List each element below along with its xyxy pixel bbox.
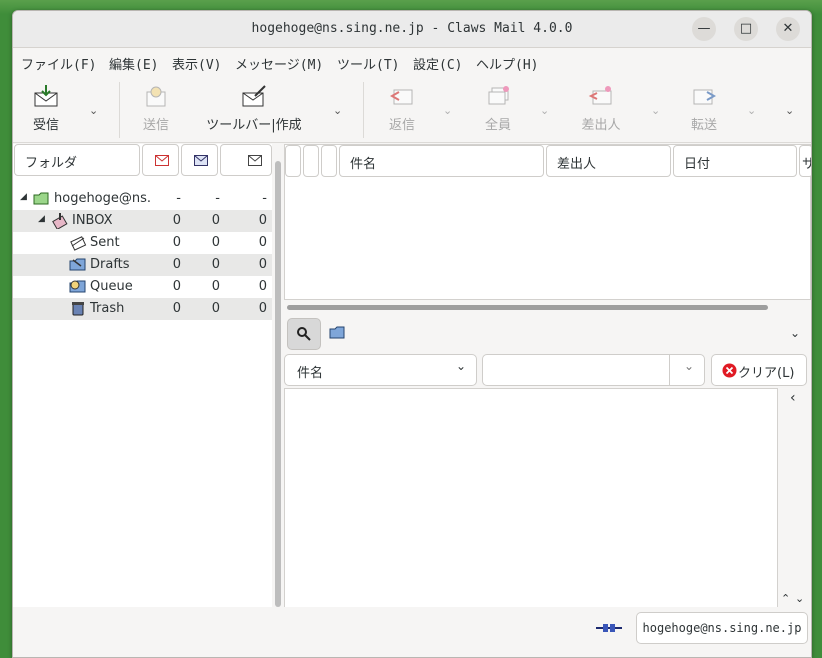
folder-column-header[interactable]: フォルダ <box>14 144 140 176</box>
search-icon <box>297 327 311 341</box>
collapse-chevron-left-icon[interactable]: ‹ <box>790 390 796 406</box>
expand-arrow-icon[interactable]: ◢ <box>38 214 45 224</box>
folder-pane: フォルダ ◢ hogehoge@ns. - - - ◢ INBOX 0 0 0 <box>13 144 272 607</box>
reply-all-icon <box>488 86 509 105</box>
message-view[interactable] <box>284 388 778 608</box>
folder-row-sent[interactable]: Sent 0 0 0 <box>13 232 272 254</box>
compose-dropdown-chevron-icon[interactable]: ⌄ <box>333 104 342 117</box>
folder-row-account[interactable]: ◢ hogehoge@ns. - - - <box>13 188 272 210</box>
reply-button[interactable]: 返信 <box>387 84 417 133</box>
scroll-down-icon[interactable]: ⌄ <box>795 592 804 605</box>
receive-dropdown-chevron-icon[interactable]: ⌄ <box>89 104 98 117</box>
send-queue-icon <box>146 86 166 107</box>
send-button[interactable]: 送信 <box>141 84 171 133</box>
scroll-up-icon[interactable]: ⌃ <box>781 592 790 605</box>
account-icon <box>33 192 49 205</box>
from-column-header[interactable]: 差出人 <box>546 145 671 177</box>
clear-button[interactable]: クリア(L) <box>711 354 807 386</box>
mark-column-header[interactable] <box>285 145 301 177</box>
quick-search-bar: ⌄ <box>284 316 811 354</box>
main-window: hogehoge@ns.sing.ne.jp - Claws Mail 4.0.… <box>12 10 812 658</box>
forward-dropdown-chevron-icon[interactable]: ⌄ <box>747 104 756 117</box>
menu-help[interactable]: ヘルプ(H) <box>476 54 538 73</box>
receive-button[interactable]: 受信 <box>27 84 65 133</box>
unread-column-header[interactable] <box>303 145 319 177</box>
minimize-button[interactable]: — <box>692 17 716 41</box>
chevron-down-icon: ⌄ <box>455 359 466 373</box>
reply-all-dropdown-chevron-icon[interactable]: ⌄ <box>540 104 549 117</box>
clear-icon <box>722 363 737 378</box>
menu-message[interactable]: メッセージ(M) <box>235 54 323 73</box>
reply-icon <box>389 89 413 105</box>
attach-column-header[interactable] <box>321 145 337 177</box>
compose-button[interactable]: ツールバー|作成 <box>203 84 305 133</box>
folder-row-queue[interactable]: Queue 0 0 0 <box>13 276 272 298</box>
reply-sender-button[interactable]: 差出人 <box>581 84 621 133</box>
search-toggle-button[interactable] <box>287 318 321 350</box>
folder-pane-scrollbar[interactable] <box>275 161 281 607</box>
message-list: 件名 差出人 日付 サ <box>284 144 811 300</box>
combo-divider <box>669 355 670 385</box>
drafts-icon <box>69 258 86 271</box>
status-bar: hogehoge@ns.sing.ne.jp <box>13 607 811 657</box>
subject-column-header[interactable]: 件名 <box>339 145 544 177</box>
folder-row-inbox[interactable]: ◢ INBOX 0 0 0 <box>13 210 272 232</box>
forward-icon <box>693 89 717 105</box>
search-query-input[interactable]: ⌄ <box>482 354 705 386</box>
toolbar-separator <box>363 82 364 138</box>
receive-mail-icon <box>34 85 58 107</box>
maximize-button[interactable]: □ <box>734 17 758 41</box>
title-bar: hogehoge@ns.sing.ne.jp - Claws Mail 4.0.… <box>13 11 811 48</box>
folder-row-trash[interactable]: Trash 0 0 0 <box>13 298 272 320</box>
compose-icon <box>242 85 266 107</box>
reply-all-button[interactable]: 全員 <box>483 84 513 133</box>
size-column-header[interactable]: サ <box>799 145 811 177</box>
close-button[interactable]: ✕ <box>776 17 800 41</box>
reply-sender-dropdown-chevron-icon[interactable]: ⌄ <box>651 104 660 117</box>
menu-edit[interactable]: 編集(E) <box>109 54 158 73</box>
reply-dropdown-chevron-icon[interactable]: ⌄ <box>443 104 452 117</box>
toolbar-separator <box>119 82 120 138</box>
trash-icon <box>72 302 84 316</box>
total-count-header[interactable] <box>220 144 272 176</box>
account-selector[interactable]: hogehoge@ns.sing.ne.jp <box>636 612 808 644</box>
folder-icon[interactable] <box>329 326 345 339</box>
toolbar: 受信 ⌄ 送信 ツールバー|作成 ⌄ 返信 ⌄ 全員 ⌄ 差出人 ⌄ 転送 ⌄ … <box>13 76 811 143</box>
message-list-horizontal-scrollbar[interactable] <box>287 305 768 310</box>
queue-icon <box>69 280 86 293</box>
menu-settings[interactable]: 設定(C) <box>413 54 462 73</box>
menu-bar: ファイル(F) 編集(E) 表示(V) メッセージ(M) ツール(T) 設定(C… <box>13 48 811 77</box>
unread-mail-icon <box>194 155 208 166</box>
menu-tools[interactable]: ツール(T) <box>337 54 399 73</box>
toolbar-overflow-chevron-icon[interactable]: ⌄ <box>785 104 794 117</box>
inbox-icon <box>52 213 68 229</box>
menu-file[interactable]: ファイル(F) <box>21 54 96 73</box>
search-expand-chevron-icon[interactable]: ⌄ <box>790 326 800 340</box>
folder-row-drafts[interactable]: Drafts 0 0 0 <box>13 254 272 276</box>
new-mail-icon <box>155 155 169 166</box>
unread-count-header[interactable] <box>181 144 218 176</box>
chevron-down-icon[interactable]: ⌄ <box>684 359 694 373</box>
search-field-select[interactable]: 件名 ⌄ <box>284 354 477 386</box>
online-status-icon[interactable] <box>595 621 623 635</box>
reply-sender-icon <box>588 86 612 105</box>
total-mail-icon <box>248 155 262 166</box>
forward-button[interactable]: 転送 <box>689 84 719 133</box>
new-count-header[interactable] <box>142 144 179 176</box>
menu-view[interactable]: 表示(V) <box>172 54 221 73</box>
expand-arrow-icon[interactable]: ◢ <box>20 192 27 202</box>
date-column-header[interactable]: 日付 <box>673 145 797 177</box>
sent-icon <box>70 236 87 251</box>
